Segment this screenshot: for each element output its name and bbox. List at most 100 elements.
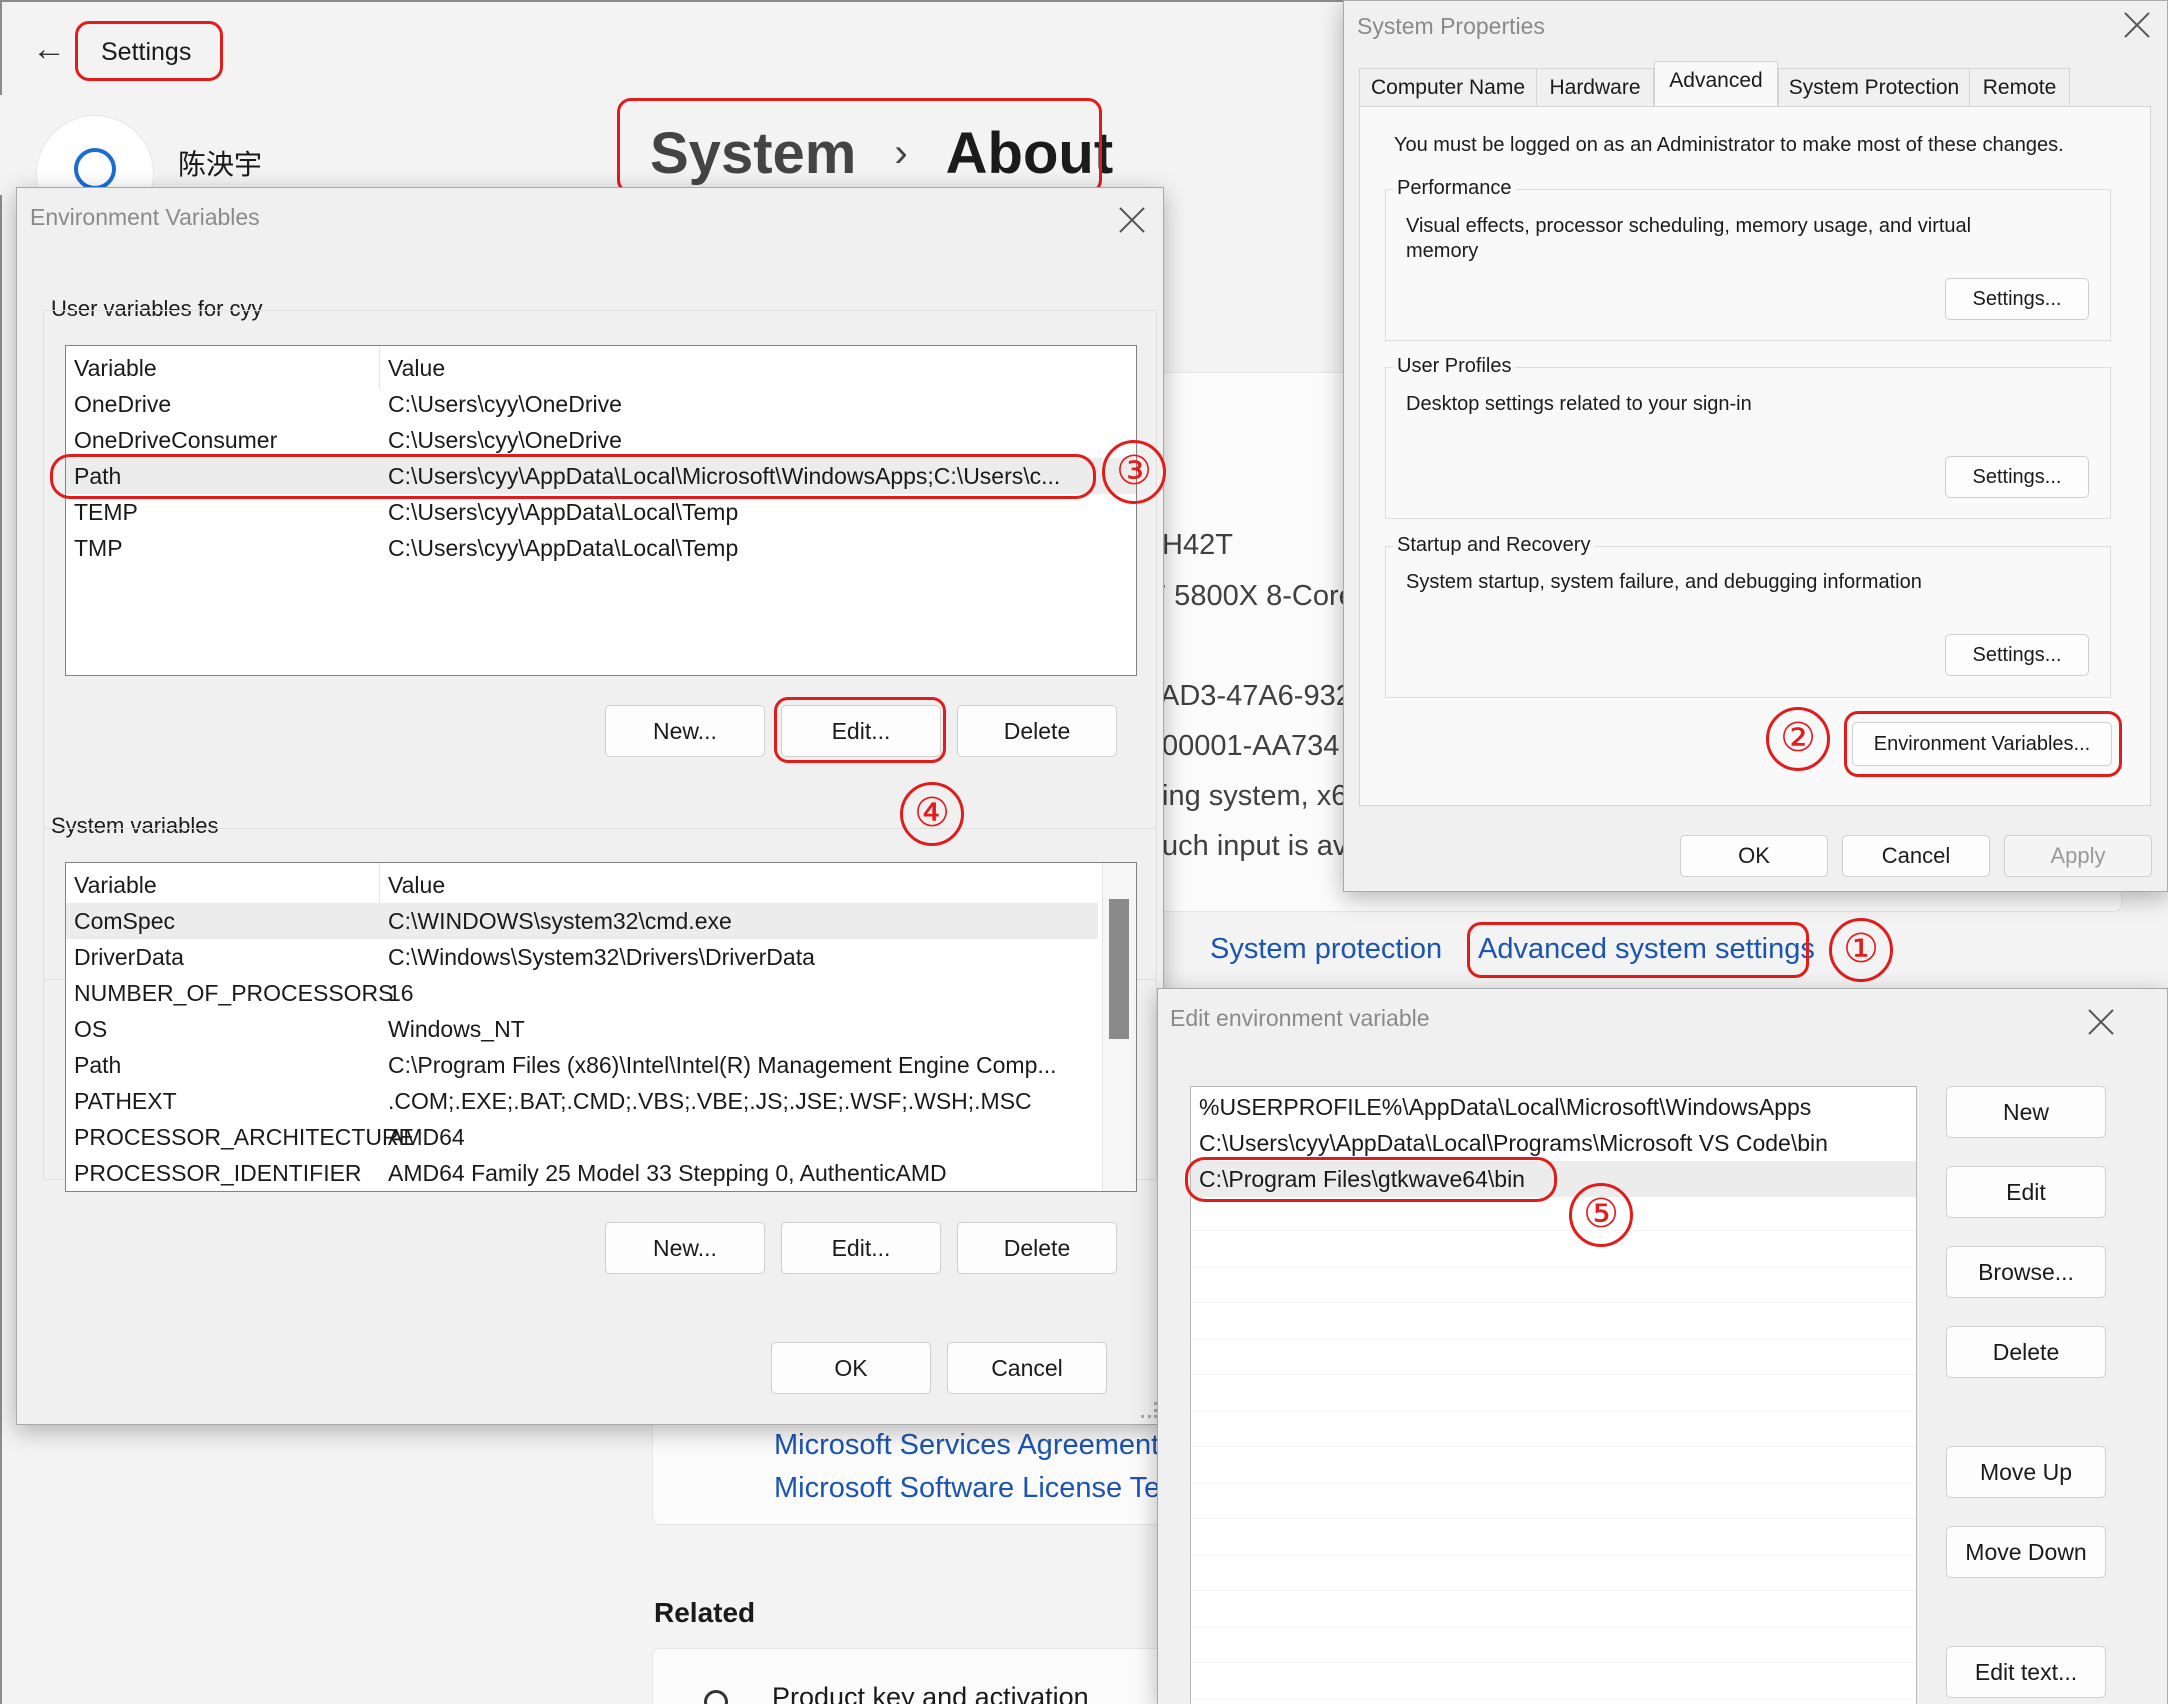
variable-value: C:\WINDOWS\system32\cmd.exe <box>388 908 732 934</box>
related-heading: Related <box>654 1597 756 1628</box>
edit-button[interactable]: Edit <box>1946 1166 2106 1218</box>
performance-settings-button[interactable]: Settings... <box>1945 278 2089 320</box>
spec-text-3: AD3-47A6-932 <box>1160 680 1352 712</box>
close-icon[interactable] <box>2122 10 2152 40</box>
table-row[interactable]: NUMBER_OF_PROCESSORS 16 <box>66 975 1136 1011</box>
system-edit-button[interactable]: Edit... <box>781 1222 941 1274</box>
mslt-link[interactable]: Microsoft Software License Terr <box>774 1472 1180 1505</box>
env-dialog-title: Environment Variables <box>30 204 260 230</box>
cancel-button[interactable]: Cancel <box>947 1342 1107 1394</box>
spec-text-1: H42T <box>1162 529 1233 561</box>
tab-remote[interactable]: Remote <box>1970 68 2070 106</box>
startup-recovery-label: Startup and Recovery <box>1393 534 1595 557</box>
system-delete-button[interactable]: Delete <box>957 1222 1117 1274</box>
variable-name: OS <box>74 1016 108 1042</box>
variable-value: C:\Users\cyy\AppData\Local\Temp <box>388 535 739 561</box>
breadcrumb: System › About <box>650 118 1113 188</box>
tab-advanced[interactable]: Advanced <box>1654 61 1778 107</box>
list-item[interactable]: %USERPROFILE%\AppData\Local\Microsoft\Wi… <box>1191 1089 1916 1125</box>
column-variable[interactable]: Variable <box>74 867 157 903</box>
ok-button[interactable]: OK <box>771 1342 931 1394</box>
close-icon[interactable] <box>1117 205 1147 235</box>
variable-name: ComSpec <box>74 908 175 934</box>
column-value[interactable]: Value <box>388 867 445 903</box>
settings-title: Settings <box>101 38 192 66</box>
list-header: Variable Value <box>66 350 1136 386</box>
product-key-link[interactable]: Product key and activation <box>772 1682 1089 1704</box>
admin-note: You must be logged on as an Administrato… <box>1394 134 2064 156</box>
table-row[interactable]: ComSpec C:\WINDOWS\system32\cmd.exe <box>66 903 1098 939</box>
column-value[interactable]: Value <box>388 350 445 386</box>
table-row[interactable]: OneDrive C:\Users\cyy\OneDrive <box>66 386 1136 422</box>
variable-name: Path <box>74 463 122 489</box>
startup-recovery-settings-button[interactable]: Settings... <box>1945 634 2089 676</box>
resize-grip-icon[interactable] <box>1141 1402 1157 1418</box>
user-edit-button[interactable]: Edit... <box>781 705 941 757</box>
spec-text-2: 7 5800X 8-Core <box>1150 580 1355 612</box>
user-delete-button[interactable]: Delete <box>957 705 1117 757</box>
variable-name: DriverData <box>74 944 184 970</box>
tab-computer-name[interactable]: Computer Name <box>1359 68 1537 106</box>
variable-name: PATHEXT <box>74 1088 177 1114</box>
system-new-button[interactable]: New... <box>605 1222 765 1274</box>
variable-name: Path <box>74 1052 122 1078</box>
ok-button[interactable]: OK <box>1680 835 1828 877</box>
variable-name: OneDrive <box>74 391 172 417</box>
advanced-system-settings-link[interactable]: Advanced system settings <box>1478 933 1815 966</box>
user-new-button[interactable]: New... <box>605 705 765 757</box>
system-variables-list[interactable]: Variable Value ComSpec C:\WINDOWS\system… <box>65 862 1137 1192</box>
msa-link[interactable]: Microsoft Services Agreement <box>774 1429 1159 1462</box>
variable-value: C:\Users\cyy\OneDrive <box>388 427 622 453</box>
variable-value: 16 <box>388 980 414 1006</box>
variable-value: .COM;.EXE;.BAT;.CMD;.VBS;.VBE;.JS;.JSE;.… <box>388 1088 1032 1114</box>
user-variables-list[interactable]: Variable Value OneDrive C:\Users\cyy\One… <box>65 345 1137 676</box>
cancel-button[interactable]: Cancel <box>1842 835 1990 877</box>
table-row[interactable]: PATHEXT .COM;.EXE;.BAT;.CMD;.VBS;.VBE;.J… <box>66 1083 1136 1119</box>
edit-text-button[interactable]: Edit text... <box>1946 1646 2106 1698</box>
column-divider <box>379 863 380 907</box>
back-arrow-icon[interactable]: ← <box>32 30 66 69</box>
table-row[interactable]: PROCESSOR_IDENTIFIER AMD64 Family 25 Mod… <box>66 1155 1136 1191</box>
variable-value: C:\Windows\System32\Drivers\DriverData <box>388 944 815 970</box>
tab-system-protection[interactable]: System Protection <box>1778 68 1970 106</box>
move-up-button[interactable]: Move Up <box>1946 1446 2106 1498</box>
variable-name: TEMP <box>74 499 138 525</box>
annotation-number-3: ③ <box>1102 440 1166 504</box>
table-row[interactable]: OS Windows_NT <box>66 1011 1136 1047</box>
list-item[interactable]: C:\Users\cyy\AppData\Local\Programs\Micr… <box>1191 1125 1916 1161</box>
breadcrumb-system[interactable]: System <box>650 120 856 187</box>
move-down-button[interactable]: Move Down <box>1946 1526 2106 1578</box>
table-row[interactable]: Path C:\Program Files (x86)\Intel\Intel(… <box>66 1047 1136 1083</box>
table-row[interactable]: OneDriveConsumer C:\Users\cyy\OneDrive <box>66 422 1136 458</box>
user-profiles-settings-button[interactable]: Settings... <box>1945 456 2089 498</box>
table-row[interactable]: TMP C:\Users\cyy\AppData\Local\Temp <box>66 530 1136 566</box>
list-item[interactable]: C:\Program Files\gtkwave64\bin <box>1191 1161 1916 1197</box>
delete-button[interactable]: Delete <box>1946 1326 2106 1378</box>
variable-name: OneDriveConsumer <box>74 427 278 453</box>
table-row[interactable]: TEMP C:\Users\cyy\AppData\Local\Temp <box>66 494 1136 530</box>
column-divider <box>379 346 380 390</box>
close-icon[interactable] <box>2086 1007 2116 1037</box>
path-entries-list[interactable]: %USERPROFILE%\AppData\Local\Microsoft\Wi… <box>1190 1086 1917 1704</box>
variable-value: AMD64 <box>388 1124 465 1150</box>
variable-value: C:\Program Files (x86)\Intel\Intel(R) Ma… <box>388 1052 1057 1078</box>
system-properties-dialog: System Properties Computer Name Hardware… <box>1343 0 2168 892</box>
table-row[interactable]: PROCESSOR_ARCHITECTURE AMD64 <box>66 1119 1136 1155</box>
startup-recovery-desc: System startup, system failure, and debu… <box>1406 571 1922 593</box>
user-profiles-desc: Desktop settings related to your sign-in <box>1406 393 1752 415</box>
system-protection-link[interactable]: System protection <box>1210 933 1442 966</box>
apply-button[interactable]: Apply <box>2004 835 2152 877</box>
edit-environment-variable-dialog: Edit environment variable %USERPROFILE%\… <box>1157 988 2168 1704</box>
scrollbar-thumb[interactable] <box>1109 899 1129 1039</box>
table-row[interactable]: Path C:\Users\cyy\AppData\Local\Microsof… <box>66 458 1136 494</box>
user-icon <box>74 148 116 190</box>
browse-button[interactable]: Browse... <box>1946 1246 2106 1298</box>
table-row[interactable]: DriverData C:\Windows\System32\Drivers\D… <box>66 939 1136 975</box>
variable-value: C:\Users\cyy\OneDrive <box>388 391 622 417</box>
tab-hardware[interactable]: Hardware <box>1537 68 1654 106</box>
column-variable[interactable]: Variable <box>74 350 157 386</box>
annotation-number-1: ① <box>1829 918 1893 982</box>
new-button[interactable]: New <box>1946 1086 2106 1138</box>
variable-name: TMP <box>74 535 123 561</box>
environment-variables-button[interactable]: Environment Variables... <box>1852 722 2112 766</box>
